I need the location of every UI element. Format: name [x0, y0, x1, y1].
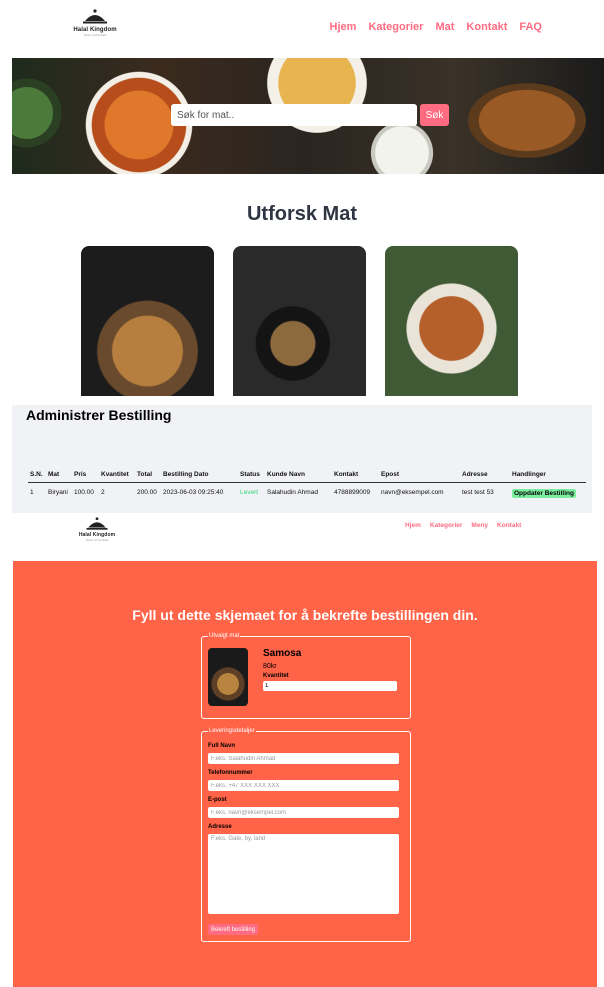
- cell-date: 2023-06-03 09:25:40: [163, 489, 224, 496]
- phone-label: Telefonnummer: [208, 770, 253, 776]
- col-header: Handlinger: [510, 469, 586, 483]
- table-header-row: S.N. Mat Pris Kvantitet Total Bestilling…: [28, 469, 586, 483]
- secondary-nav-menu: Hjem Kategorier Meny Kontakt: [405, 522, 521, 529]
- nav2-link-categories[interactable]: Kategorier: [430, 522, 463, 529]
- col-header: Epost: [379, 469, 460, 483]
- hero-dish-pakora: [452, 73, 602, 168]
- selected-food-legend: Utvalgt mat: [209, 633, 240, 639]
- logo[interactable]: Halal Kingdom Spice of the East: [70, 9, 120, 47]
- nav2-link-menu[interactable]: Meny: [471, 522, 488, 529]
- cell-qty: 2: [101, 489, 105, 496]
- cell-customer: Salahudin Ahmad: [267, 489, 318, 496]
- quantity-input[interactable]: [263, 681, 397, 691]
- search-bar: Søk: [171, 104, 449, 126]
- main-navbar: Halal Kingdom Spice of the East Hjem Kat…: [0, 0, 604, 56]
- hero-dish-raita: [362, 118, 442, 174]
- email-label: E-post: [208, 797, 227, 803]
- nav-link-contact[interactable]: Kontakt: [466, 21, 507, 33]
- cell-price: 100.00: [74, 489, 94, 496]
- selected-food-fieldset: Utvalgt mat Samosa 80kr Kvantitet: [201, 633, 411, 719]
- col-header: Status: [238, 469, 265, 483]
- update-order-button[interactable]: Oppdater Bestilling: [512, 489, 576, 498]
- food-category-cards: [0, 246, 604, 396]
- hero-dish-rice: [252, 58, 382, 138]
- col-header: Mat: [46, 469, 72, 483]
- selected-food-price: 80kr: [263, 663, 277, 670]
- table-row: 1 Biryani 100.00 2 200.00 2023-06-03 09:…: [28, 483, 586, 501]
- search-input[interactable]: [171, 104, 417, 126]
- logo-tagline: Spice of the East: [85, 538, 109, 542]
- admin-title: Administrer Bestilling: [26, 407, 172, 423]
- delivery-details-legend: Leveringsdetaljer: [209, 728, 255, 734]
- nav-link-categories[interactable]: Kategorier: [368, 21, 423, 33]
- col-header: Kunde Navn: [265, 469, 332, 483]
- phone-input[interactable]: [208, 780, 399, 791]
- email-input[interactable]: [208, 807, 399, 818]
- top-nav-menu: Hjem Kategorier Mat Kontakt FAQ: [330, 21, 542, 33]
- nav2-link-contact[interactable]: Kontakt: [497, 522, 521, 529]
- quantity-label: Kvantitet: [263, 673, 289, 679]
- cell-actions: Oppdater Bestilling: [510, 483, 586, 501]
- col-header: Kvantitet: [99, 469, 135, 483]
- fullname-input[interactable]: [208, 753, 399, 764]
- search-button[interactable]: Søk: [420, 104, 449, 126]
- food-card-biryani[interactable]: [233, 246, 366, 396]
- explore-heading: Utforsk Mat: [246, 203, 357, 225]
- cell-total: 200.00: [137, 489, 157, 496]
- col-header: Bestilling Dato: [161, 469, 238, 483]
- logo[interactable]: Halal Kingdom Spice of the East: [73, 517, 121, 553]
- nav-link-home[interactable]: Hjem: [330, 21, 357, 33]
- fullname-label: Full Navn: [208, 743, 236, 749]
- col-header: Pris: [72, 469, 99, 483]
- cell-food: Biryani: [48, 489, 68, 496]
- hero-food-banner: Søk: [12, 58, 604, 174]
- col-header: Kontakt: [332, 469, 379, 483]
- nav-link-faq[interactable]: FAQ: [519, 21, 542, 33]
- col-header: Adresse: [460, 469, 510, 483]
- address-label: Adresse: [208, 824, 232, 830]
- orders-table: S.N. Mat Pris Kvantitet Total Bestilling…: [28, 469, 586, 500]
- cell-contact: 4788899009: [334, 489, 371, 496]
- cloche-icon: [83, 9, 107, 24]
- col-header: S.N.: [28, 469, 46, 483]
- cell-email: navn@eksempel.com: [381, 489, 444, 496]
- hero-dish-salad: [12, 68, 62, 158]
- delivery-details-fieldset: Leveringsdetaljer Full Navn Telefonnumme…: [201, 728, 411, 942]
- order-form-section: Fyll ut dette skjemaet for å bekrefte be…: [13, 561, 597, 987]
- food-card-samosa[interactable]: [81, 246, 214, 396]
- confirm-order-button[interactable]: Bekreft bestilling: [208, 924, 259, 935]
- selected-food-name: Samosa: [263, 648, 302, 659]
- logo-tagline: Spice of the East: [83, 33, 107, 37]
- food-card-pakora[interactable]: [385, 246, 518, 396]
- cloche-icon: [86, 517, 108, 530]
- cell-address: test test 53: [462, 489, 494, 496]
- cell-status: Levert: [240, 489, 259, 496]
- order-form-title: Fyll ut dette skjemaet for å bekrefte be…: [132, 607, 478, 623]
- cell-sn: 1: [30, 489, 34, 496]
- nav-link-food[interactable]: Mat: [435, 21, 454, 33]
- secondary-navbar: Halal Kingdom Spice of the East Hjem Kat…: [0, 513, 604, 561]
- admin-orders-panel: Administrer Bestilling S.N. Mat Pris Kva…: [12, 405, 592, 513]
- col-header: Total: [135, 469, 161, 483]
- address-textarea[interactable]: [208, 834, 399, 914]
- nav2-link-home[interactable]: Hjem: [405, 522, 421, 529]
- food-thumbnail: [208, 648, 248, 706]
